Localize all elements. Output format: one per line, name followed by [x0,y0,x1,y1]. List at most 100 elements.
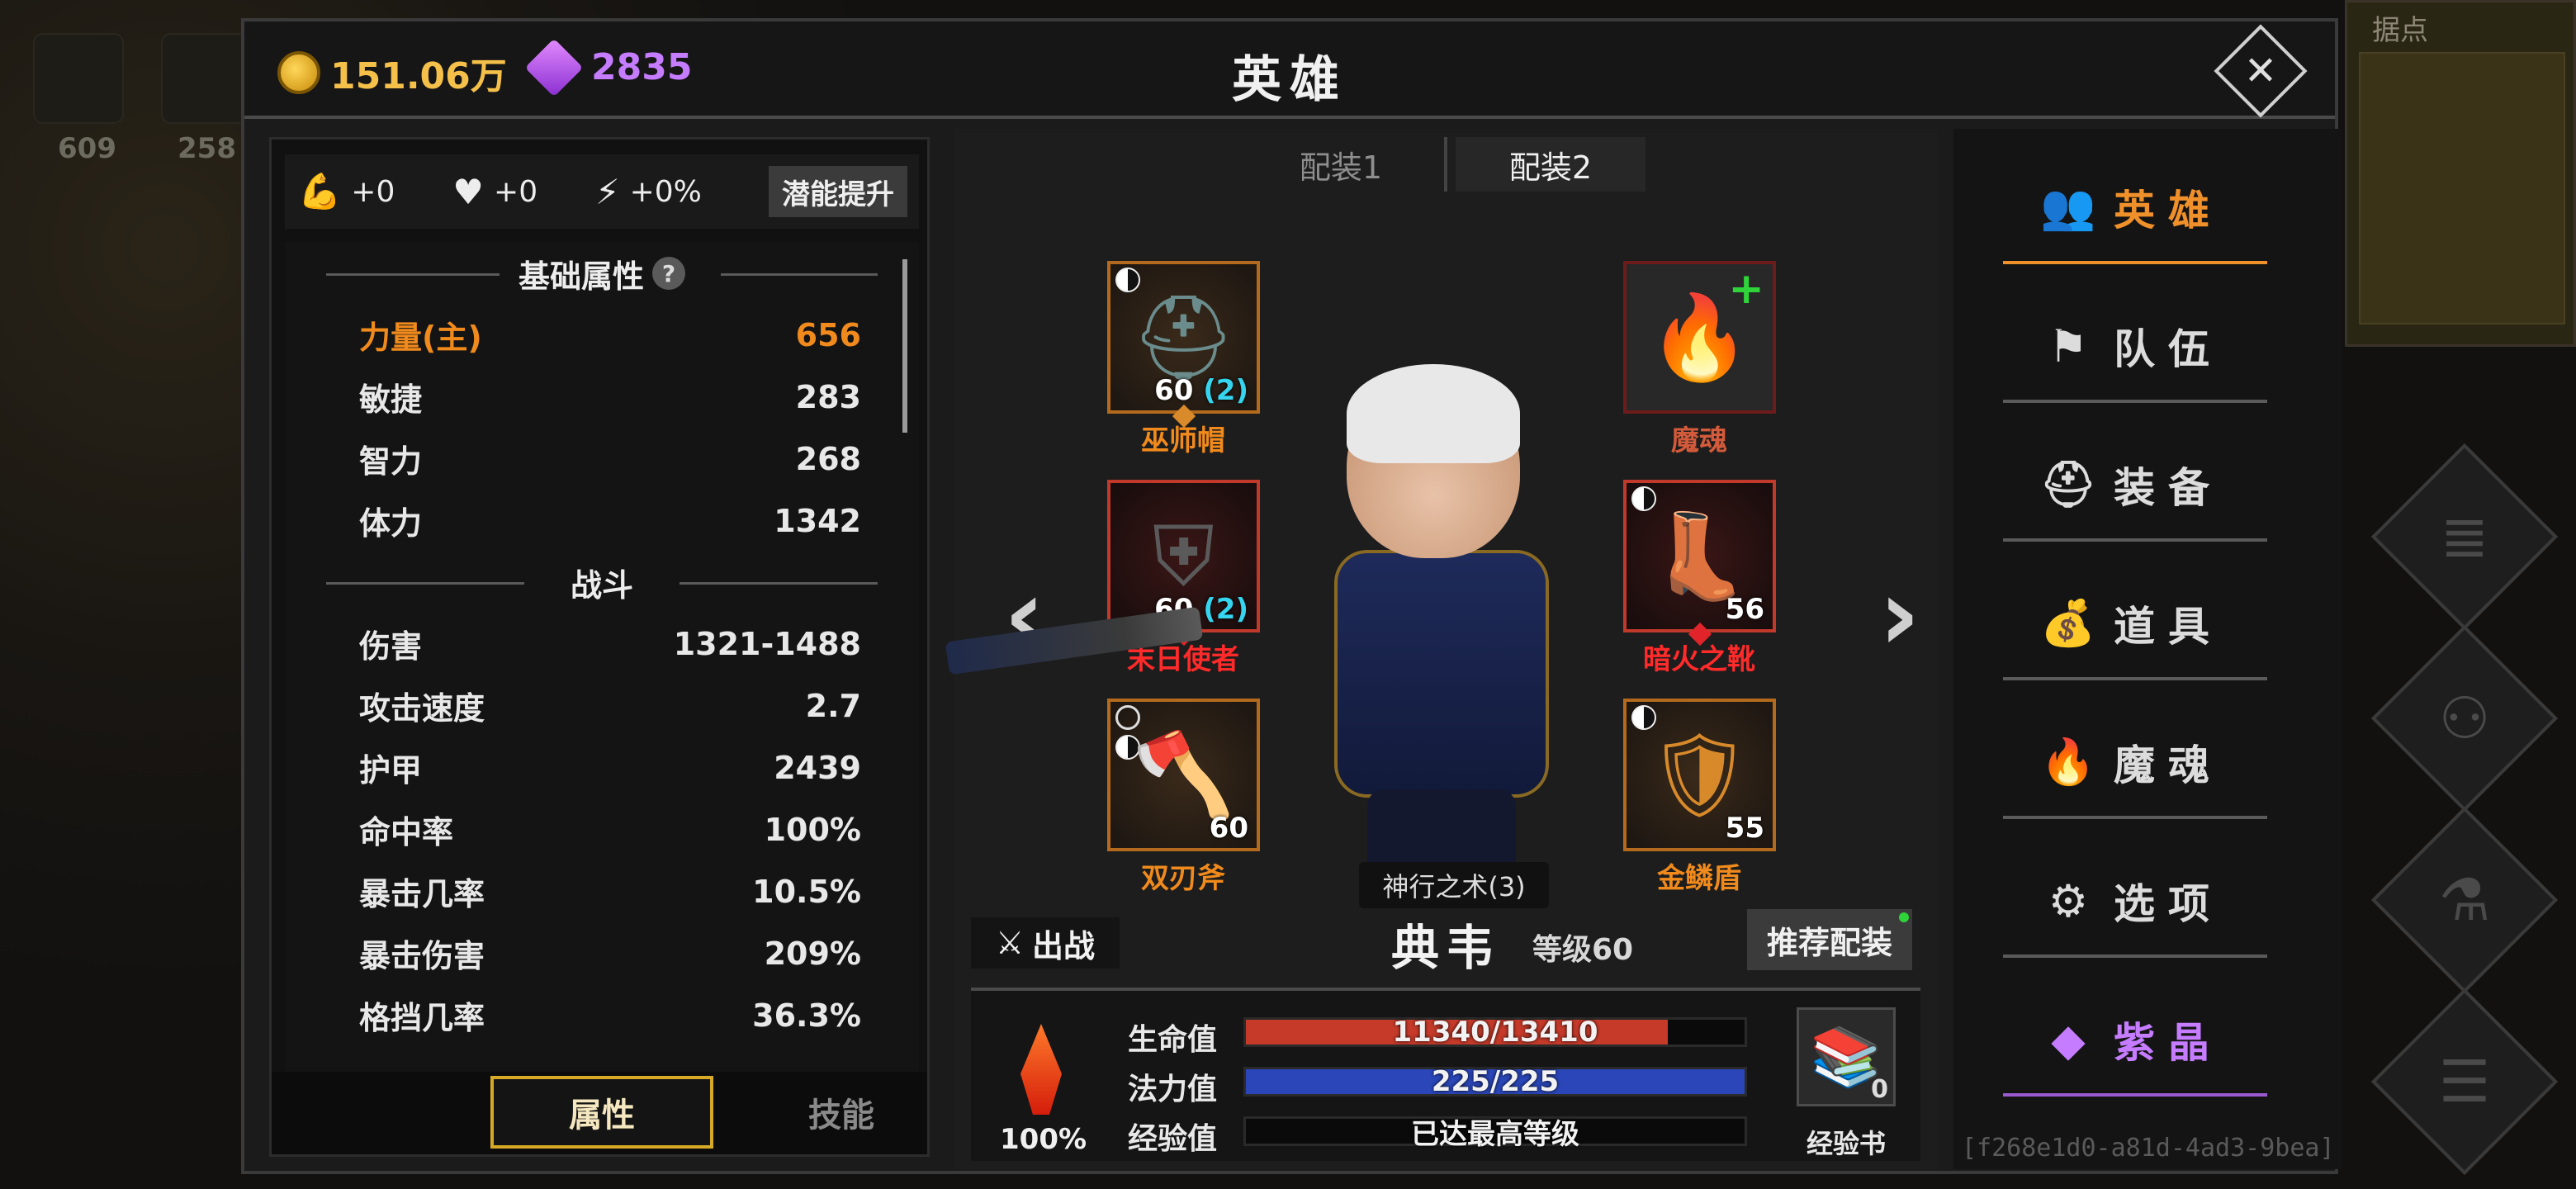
hero-window: 151.06万 2835 英雄 ✕ 💪 +0 ♥ +0 ⚡ +0% 潜能提升 基… [241,18,2342,1174]
nav-label: 道具 [2114,603,2223,651]
flame-percent: 100% [1000,1123,1087,1156]
minimap-area [2359,52,2565,324]
strength-bonus: 💪 +0 [298,171,395,212]
equip-slot-boots[interactable]: 👢 56 [1623,480,1776,632]
potential-bonus-bar: 💪 +0 ♥ +0 ⚡ +0% 潜能提升 [285,154,919,229]
nav-underline [2003,816,2267,819]
divider [326,273,500,276]
stat-label: 攻击速度 [359,690,485,727]
stat-value: 656 [795,316,861,353]
nav-label: 装备 [2114,464,2223,512]
section-title: 战斗 [570,566,633,604]
nav-options[interactable]: ⚙ 选项 [2011,855,2251,946]
hero-body [1334,550,1549,798]
scroll-icon: ≣ [2440,503,2489,571]
nav-team[interactable]: ⚑ 队伍 [2011,301,2251,391]
stat-label: 暴击几率 [359,876,485,912]
equip-slot-shield[interactable]: 🛡 55 [1623,699,1776,851]
hp-text: 11340/13410 [1392,1016,1598,1049]
equip-name-helmet: 巫师帽 [1141,424,1225,457]
hero-model[interactable] [1309,364,1574,888]
nav-label: 魔魂 [2114,741,2223,789]
stat-row-damage: 伤害 1321-1488 [285,613,919,675]
nav-equipment[interactable]: ⛑ 装备 [2011,439,2251,530]
equip-slot-soul[interactable]: + 🔥 [1623,261,1776,414]
stat-label: 格挡几率 [359,1000,485,1036]
muscle-icon: 💪 [298,171,342,211]
close-icon: ✕ [2243,48,2278,94]
bag-icon: 💰 [2040,597,2096,649]
stat-label: 敏捷 [359,381,423,418]
stat-row-hit-rate: 命中率 100% [285,798,919,860]
hp-bar: 11340/13410 [1243,1016,1747,1049]
stat-value: 1321-1488 [673,625,861,662]
next-hero-arrow[interactable]: › [1879,558,1920,673]
hero-center-panel: 配装1 配装2 ⛑ 60 (2) 巫师帽 + 🔥 魔魂 ⛨ 60 (2) 末日使… [945,129,1937,1169]
nav-underline [2003,955,2267,958]
hero-hair [1347,364,1520,463]
session-id: [f268e1d0-a81d-4ad3-9bea] [1962,1134,2335,1163]
hero-skill-label[interactable]: 神行之术(3) [1359,862,1549,908]
slot-level: 60 (2) [1154,374,1248,407]
help-icon[interactable]: ? [652,257,685,290]
tab-loadout-1[interactable]: 配装1 [1246,137,1436,192]
health-bonus-value: +0 [494,174,538,209]
equip-slot-helmet[interactable]: ⛑ 60 (2) [1107,261,1260,414]
users-icon: ⚇ [2438,685,2491,752]
stat-row-crit-damage: 暴击伤害 209% [285,922,919,984]
nav-amethyst[interactable]: ◆ 紫晶 [2011,994,2251,1085]
stat-label: 命中率 [359,814,454,850]
basic-attributes-header: 基础属性 ? [285,243,919,304]
potion-icon: ⚗ [2438,866,2491,934]
exp-text: 已达最高等级 [1411,1117,1579,1151]
stat-row-armor: 护甲 2439 [285,737,919,798]
potential-upgrade-button[interactable]: 潜能提升 [769,166,907,217]
nav-soul[interactable]: 🔥 魔魂 [2011,717,2251,808]
minimap-title: 据点 [2372,14,2428,47]
exp-book-slot[interactable]: 📚 0 [1797,1007,1896,1106]
list-icon: ☰ [2438,1048,2491,1116]
nav-items[interactable]: 💰 道具 [2011,578,2251,669]
stats-list[interactable]: 基础属性 ? 力量(主) 656 敏捷 283 智力 268 体力 1342 战… [285,243,919,1073]
stat-row-strength: 力量(主) 656 [285,304,919,366]
top-bar: 151.06万 2835 英雄 ✕ [244,21,2335,119]
tab-attributes[interactable]: 属性 [490,1076,713,1149]
helmet-icon: ⛑ [2039,458,2097,510]
right-navigation: 👥 英雄 ⚑ 队伍 ⛑ 装备 💰 道具 🔥 魔魂 ⚙ 选项 ◆ 紫晶 [1953,129,2342,1169]
strength-bonus-value: +0 [351,174,395,209]
recommend-label: 推荐配装 [1766,924,1892,961]
nav-underline [2003,1093,2267,1097]
energy-bonus: ⚡ +0% [595,172,702,212]
stat-row-stamina: 体力 1342 [285,490,919,552]
mp-text: 225/225 [1431,1065,1560,1098]
heart-icon: ♥ [452,171,485,212]
nav-hero[interactable]: 👥 英雄 [2011,162,2251,253]
equip-slot-weapon[interactable]: 🪓 60 [1107,699,1260,851]
slot-level: 56 [1725,593,1764,626]
stat-label: 暴击伤害 [359,938,485,974]
energy-bonus-value: +0% [629,174,702,209]
exp-label: 经验值 [1128,1122,1218,1156]
nav-label: 选项 [2114,880,2223,928]
vitals-area: 100% 生命值 11340/13410 法力值 225/225 经验值 已达最… [971,988,1920,1161]
mp-label: 法力值 [1128,1073,1218,1106]
stat-value: 36.3% [752,997,861,1034]
stat-value: 268 [795,440,861,477]
stat-row-block-chance: 格挡几率 36.3% [285,984,919,1046]
stat-row-agility: 敏捷 283 [285,366,919,428]
divider [721,273,878,276]
tab-skills[interactable]: 技能 [730,1076,953,1149]
stats-panel: 💪 +0 ♥ +0 ⚡ +0% 潜能提升 基础属性 ? 力量(主) 656 敏捷… [269,137,930,1157]
exp-book-label: 经验书 [1806,1128,1886,1159]
recommend-loadout-button[interactable]: 推荐配装 [1747,909,1912,970]
stat-value: 2.7 [805,687,861,724]
stat-value: 1342 [774,502,861,539]
divider [326,582,524,585]
panel-tabs: 属性 技能 [272,1072,927,1154]
stat-value: 100% [764,811,861,848]
page-title: 英雄 [1232,51,1347,109]
stat-value: 2439 [774,749,861,786]
stat-label: 力量(主) [359,320,482,356]
tab-loadout-2[interactable]: 配装2 [1456,137,1646,192]
slot-level: 60 [1209,812,1248,845]
